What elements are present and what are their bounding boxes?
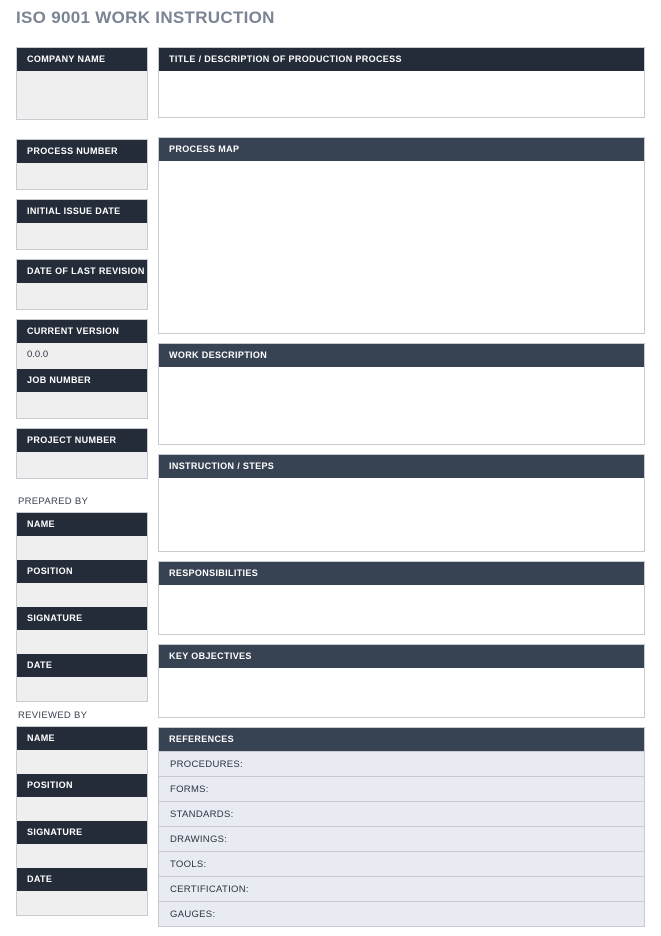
reviewed-by-position-input[interactable]	[17, 797, 147, 821]
field-project-number-header: PROJECT NUMBER	[17, 429, 147, 452]
field-current-version-header: CURRENT VERSION	[17, 320, 147, 343]
prepared-by-position-header: POSITION	[17, 560, 147, 583]
section-work-description-header: WORK DESCRIPTION	[159, 344, 644, 367]
reference-row-tools[interactable]: TOOLS:	[159, 851, 644, 876]
field-company-name: COMPANY NAME	[16, 47, 148, 120]
work-instruction-form: ISO 9001 WORK INSTRUCTION COMPANY NAME P…	[0, 0, 661, 927]
reference-row-drawings[interactable]: DRAWINGS:	[159, 826, 644, 851]
section-title-description-header: TITLE / DESCRIPTION OF PRODUCTION PROCES…	[159, 48, 644, 71]
prepared-by-date-input[interactable]	[17, 677, 147, 701]
page-title: ISO 9001 WORK INSTRUCTION	[16, 8, 275, 27]
field-initial-issue-date-input[interactable]	[17, 223, 147, 249]
prepared-by-name-header: NAME	[17, 513, 147, 536]
right-column: TITLE / DESCRIPTION OF PRODUCTION PROCES…	[158, 47, 645, 936]
reference-row-forms[interactable]: FORMS:	[159, 776, 644, 801]
field-date-of-last-revision: DATE OF LAST REVISION	[16, 259, 148, 310]
field-company-name-input[interactable]	[17, 71, 147, 119]
section-responsibilities-header: RESPONSIBILITIES	[159, 562, 644, 585]
field-current-version: CURRENT VERSION 0.0.0 JOB NUMBER	[16, 319, 148, 419]
reference-row-standards[interactable]: STANDARDS:	[159, 801, 644, 826]
field-job-number-header: JOB NUMBER	[17, 369, 147, 392]
reference-row-gauges[interactable]: GAUGES:	[159, 901, 644, 926]
reviewed-by-signature-input[interactable]	[17, 844, 147, 868]
section-instruction-steps: INSTRUCTION / STEPS	[158, 454, 645, 552]
section-work-description: WORK DESCRIPTION	[158, 343, 645, 445]
prepared-by-date-header: DATE	[17, 654, 147, 677]
section-key-objectives-input[interactable]	[159, 668, 644, 717]
section-process-map-header: PROCESS MAP	[159, 138, 644, 161]
field-initial-issue-date-header: INITIAL ISSUE DATE	[17, 200, 147, 223]
left-column: COMPANY NAME PROCESS NUMBER INITIAL ISSU…	[16, 47, 148, 916]
section-process-map: PROCESS MAP	[158, 137, 645, 334]
section-process-map-canvas[interactable]	[159, 161, 644, 333]
field-date-of-last-revision-header: DATE OF LAST REVISION	[17, 260, 147, 283]
section-title-description-input[interactable]	[159, 71, 644, 117]
prepared-by-group: NAME POSITION SIGNATURE DATE	[16, 512, 148, 702]
field-process-number: PROCESS NUMBER	[16, 139, 148, 190]
reviewed-by-date-header: DATE	[17, 868, 147, 891]
field-process-number-input[interactable]	[17, 163, 147, 189]
section-responsibilities-input[interactable]	[159, 585, 644, 634]
reference-row-certification[interactable]: CERTIFICATION:	[159, 876, 644, 901]
field-project-number: PROJECT NUMBER	[16, 428, 148, 479]
reviewed-by-label: REVIEWED BY	[18, 710, 88, 721]
reviewed-by-name-header: NAME	[17, 727, 147, 750]
field-date-of-last-revision-input[interactable]	[17, 283, 147, 309]
field-company-name-header: COMPANY NAME	[17, 48, 147, 71]
field-initial-issue-date: INITIAL ISSUE DATE	[16, 199, 148, 250]
section-responsibilities: RESPONSIBILITIES	[158, 561, 645, 635]
reviewed-by-name-input[interactable]	[17, 750, 147, 774]
field-project-number-input[interactable]	[17, 452, 147, 478]
reviewed-by-group: NAME POSITION SIGNATURE DATE	[16, 726, 148, 916]
reviewed-by-signature-header: SIGNATURE	[17, 821, 147, 844]
section-instruction-steps-input[interactable]	[159, 478, 644, 551]
section-key-objectives: KEY OBJECTIVES	[158, 644, 645, 718]
prepared-by-signature-input[interactable]	[17, 630, 147, 654]
field-current-version-input[interactable]: 0.0.0	[17, 343, 147, 369]
prepared-by-position-input[interactable]	[17, 583, 147, 607]
section-title-description: TITLE / DESCRIPTION OF PRODUCTION PROCES…	[158, 47, 645, 118]
field-job-number-input[interactable]	[17, 392, 147, 418]
section-references-header: REFERENCES	[159, 728, 644, 751]
section-work-description-input[interactable]	[159, 367, 644, 444]
section-references: REFERENCES PROCEDURES: FORMS: STANDARDS:…	[158, 727, 645, 927]
field-process-number-header: PROCESS NUMBER	[17, 140, 147, 163]
prepared-by-label: PREPARED BY	[18, 496, 89, 507]
prepared-by-signature-header: SIGNATURE	[17, 607, 147, 630]
reviewed-by-position-header: POSITION	[17, 774, 147, 797]
section-instruction-steps-header: INSTRUCTION / STEPS	[159, 455, 644, 478]
prepared-by-name-input[interactable]	[17, 536, 147, 560]
section-key-objectives-header: KEY OBJECTIVES	[159, 645, 644, 668]
reviewed-by-date-input[interactable]	[17, 891, 147, 915]
reference-row-procedures[interactable]: PROCEDURES:	[159, 751, 644, 776]
